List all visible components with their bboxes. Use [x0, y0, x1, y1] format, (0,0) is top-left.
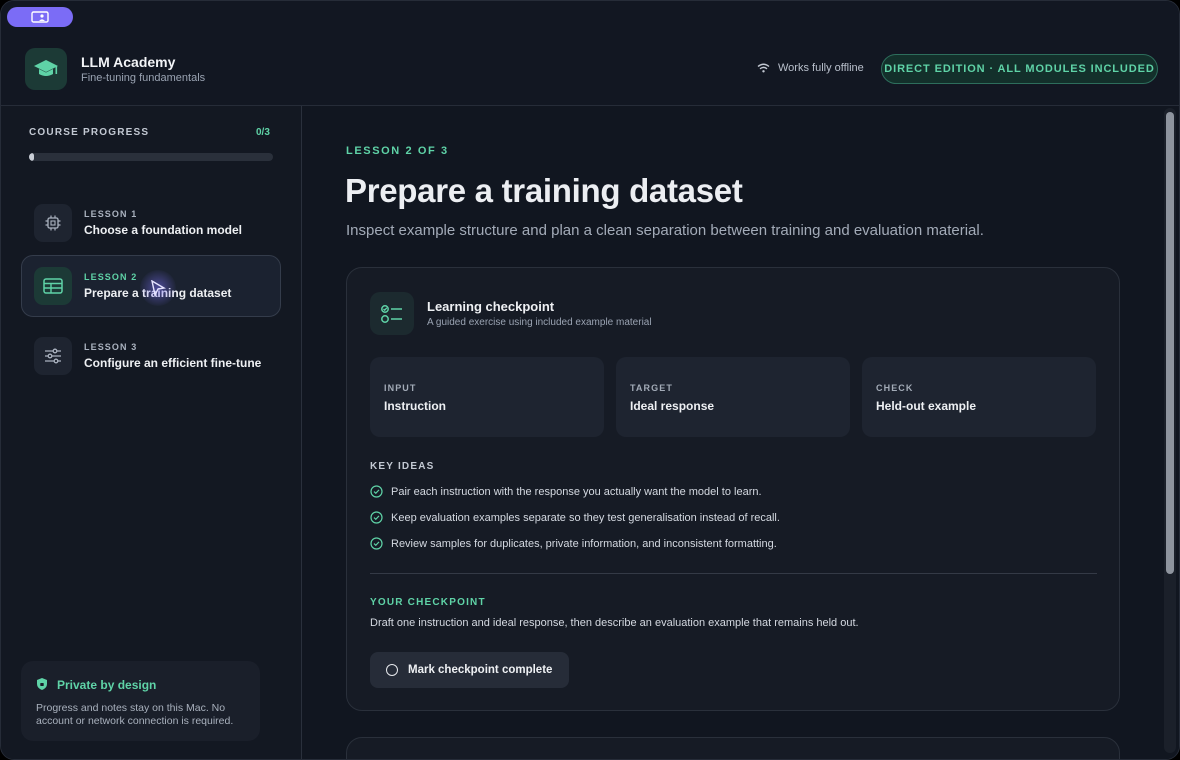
- learning-checkpoint-card: Learning checkpoint A guided exercise us…: [346, 267, 1120, 711]
- privacy-card: Private by design Progress and notes sta…: [21, 661, 260, 741]
- graduation-cap-icon: [25, 48, 67, 90]
- field-value: Ideal response: [630, 399, 715, 413]
- lesson-eyebrow: LESSON 2 OF 3: [346, 145, 449, 157]
- offline-status: Works fully offline: [757, 62, 864, 74]
- screen-share-indicator[interactable]: [7, 7, 73, 27]
- scrollbar-thumb[interactable]: [1166, 112, 1174, 574]
- field-label: CHECK: [876, 383, 914, 393]
- app-window: LLM Academy Fine-tuning fundamentals Wor…: [0, 0, 1180, 760]
- field-label: INPUT: [384, 383, 417, 393]
- course-progress-fill: [29, 153, 34, 161]
- key-idea-item: Review samples for duplicates, private i…: [370, 537, 777, 550]
- key-idea-text: Review samples for duplicates, private i…: [391, 537, 777, 550]
- scrollbar[interactable]: [1164, 108, 1176, 753]
- checklist-icon: [370, 292, 414, 335]
- brand-title: LLM Academy: [81, 54, 176, 70]
- checkpoint-title: Learning checkpoint: [427, 299, 555, 314]
- sidebar: COURSE PROGRESS 0/3 LESSON 1 Choose a fo…: [1, 106, 302, 759]
- sidebar-item-lesson-1[interactable]: LESSON 1 Choose a foundation model: [21, 192, 281, 254]
- sidebar-item-lesson-3[interactable]: LESSON 3 Configure an efficient fine-tun…: [21, 325, 281, 387]
- field-value: Held-out example: [876, 399, 977, 413]
- check-circle-icon: [370, 511, 383, 524]
- field-input: INPUT Instruction: [370, 357, 604, 437]
- table-icon: [34, 267, 72, 305]
- wifi-icon: [757, 63, 770, 73]
- key-idea-text: Pair each instruction with the response …: [391, 485, 762, 498]
- brand-subtitle: Fine-tuning fundamentals: [81, 72, 206, 84]
- key-idea-item: Keep evaluation examples separate so the…: [370, 511, 780, 524]
- course-progress-bar: [29, 153, 273, 161]
- privacy-text: Progress and notes stay on this Mac. No …: [36, 702, 234, 727]
- offline-label: Works fully offline: [778, 62, 864, 74]
- sliders-icon: [34, 337, 72, 375]
- chip-icon: [34, 204, 72, 242]
- shield-icon: [37, 678, 47, 690]
- header: LLM Academy Fine-tuning fundamentals Wor…: [1, 1, 1179, 106]
- cursor-arrow-icon: [151, 280, 166, 296]
- next-card: [346, 737, 1120, 759]
- main-content: LESSON 2 OF 3 Prepare a training dataset…: [302, 106, 1179, 759]
- page-subtitle: Inspect example structure and plan a cle…: [346, 222, 984, 239]
- complete-button-label: Mark checkpoint complete: [408, 664, 553, 676]
- key-idea-item: Pair each instruction with the response …: [370, 485, 762, 498]
- field-value: Instruction: [384, 399, 446, 413]
- edition-badge: DIRECT EDITION · ALL MODULES INCLUDED: [881, 54, 1158, 84]
- field-label: TARGET: [630, 383, 673, 393]
- check-circle-icon: [370, 485, 383, 498]
- your-checkpoint-label: YOUR CHECKPOINT: [370, 597, 486, 608]
- lesson-number: LESSON 1: [84, 209, 138, 219]
- key-ideas-label: KEY IDEAS: [370, 461, 435, 472]
- field-check: CHECK Held-out example: [862, 357, 1096, 437]
- radio-circle-icon: [386, 664, 398, 676]
- lesson-number: LESSON 2: [84, 272, 138, 282]
- field-target: TARGET Ideal response: [616, 357, 850, 437]
- key-idea-text: Keep evaluation examples separate so the…: [391, 511, 780, 524]
- mark-checkpoint-complete-button[interactable]: Mark checkpoint complete: [370, 652, 569, 688]
- lesson-title: Configure an efficient fine-tune: [84, 356, 262, 370]
- course-progress-count: 0/3: [256, 127, 270, 138]
- page-title: Prepare a training dataset: [345, 172, 743, 209]
- mouse-cursor: [140, 270, 176, 306]
- your-checkpoint-text: Draft one instruction and ideal response…: [370, 617, 859, 629]
- lesson-number: LESSON 3: [84, 342, 138, 352]
- sidebar-item-lesson-2[interactable]: LESSON 2 Prepare a training dataset: [21, 255, 281, 317]
- divider: [370, 573, 1097, 574]
- checkpoint-subtitle: A guided exercise using included example…: [427, 317, 652, 328]
- screen-person-icon: [31, 10, 49, 23]
- course-progress-label: COURSE PROGRESS: [29, 127, 150, 138]
- check-circle-icon: [370, 537, 383, 550]
- lesson-title: Choose a foundation model: [84, 223, 242, 237]
- privacy-title: Private by design: [57, 678, 157, 692]
